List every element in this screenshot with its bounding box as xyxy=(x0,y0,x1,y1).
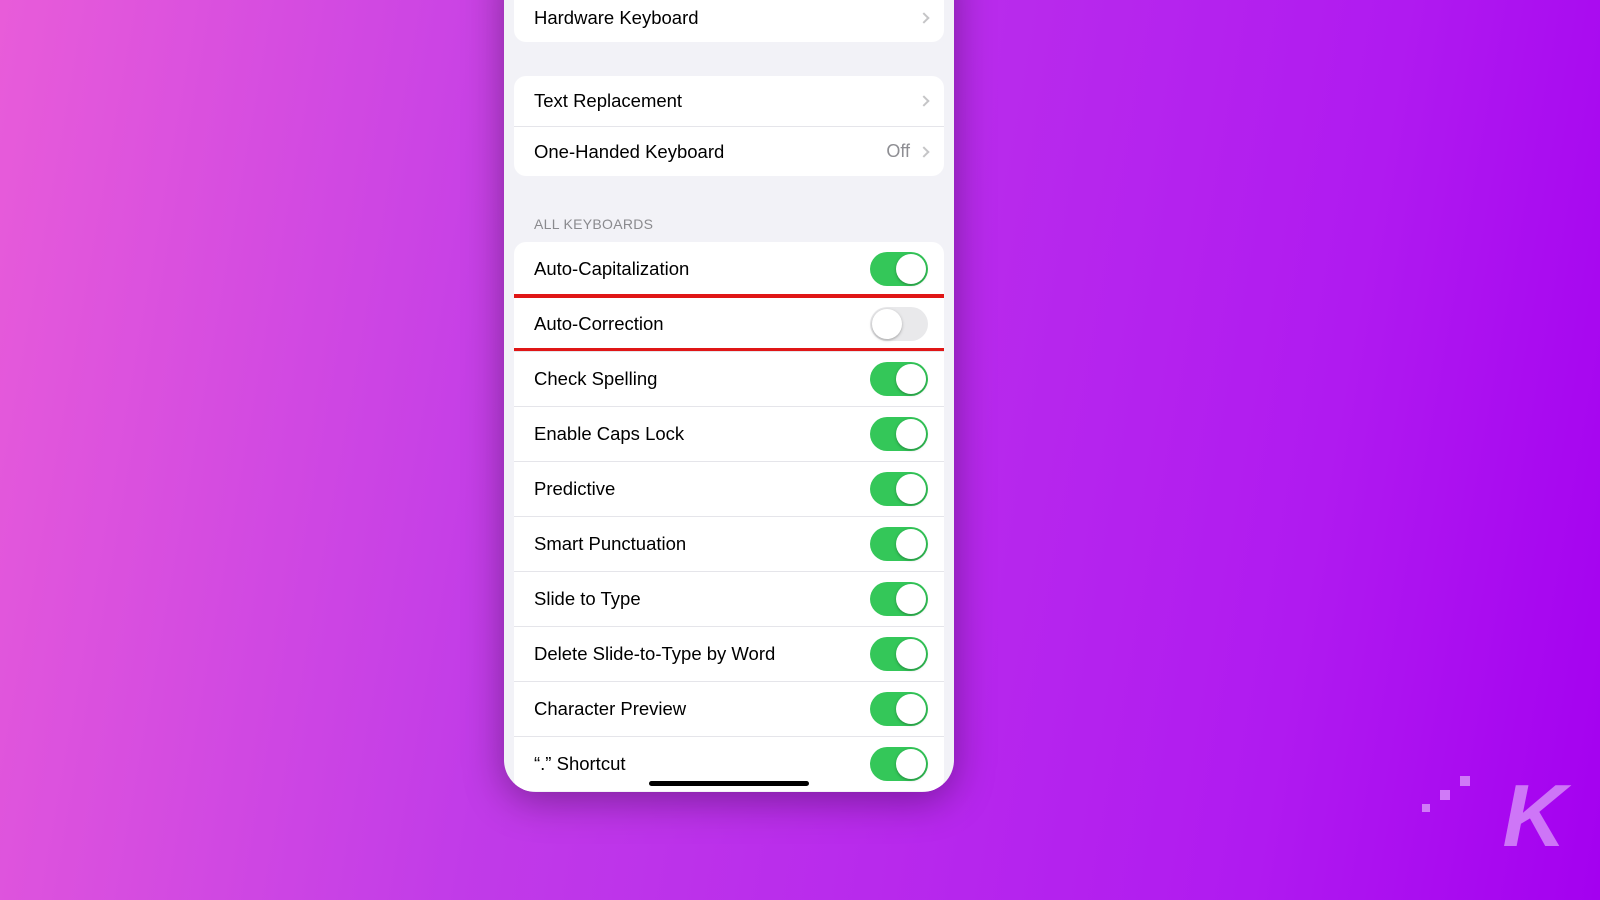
row-hardware-keyboard[interactable]: Hardware Keyboard xyxy=(514,0,944,42)
toggle-switch[interactable] xyxy=(870,582,928,616)
row-label: Check Spelling xyxy=(534,368,870,390)
toggle-knob xyxy=(896,749,926,779)
phone-screen: Keyboards 2 Hardware Keyboard Text Repla… xyxy=(504,0,954,792)
toggle-switch[interactable] xyxy=(870,472,928,506)
row-toggle[interactable]: Delete Slide-to-Type by Word xyxy=(514,626,944,681)
row-label: Hardware Keyboard xyxy=(534,7,914,29)
row-one-handed-keyboard[interactable]: One-Handed Keyboard Off xyxy=(514,126,944,176)
row-label: Smart Punctuation xyxy=(534,533,870,555)
row-label: Auto-Capitalization xyxy=(534,258,870,280)
toggle-switch[interactable] xyxy=(870,637,928,671)
row-label: Auto-Correction xyxy=(534,313,870,335)
row-toggle[interactable]: Enable Caps Lock xyxy=(514,406,944,461)
row-label: Enable Caps Lock xyxy=(534,423,870,445)
toggle-knob xyxy=(896,254,926,284)
row-label: Text Replacement xyxy=(534,90,914,112)
row-label: “.” Shortcut xyxy=(534,753,870,775)
toggle-switch[interactable] xyxy=(870,692,928,726)
row-toggle[interactable]: Character Preview xyxy=(514,681,944,736)
chevron-right-icon xyxy=(918,95,929,106)
row-label: Predictive xyxy=(534,478,870,500)
toggle-switch[interactable] xyxy=(870,307,928,341)
row-toggle[interactable]: Smart Punctuation xyxy=(514,516,944,571)
row-toggle[interactable]: Slide to Type xyxy=(514,571,944,626)
toggle-knob xyxy=(896,529,926,559)
settings-group-all-keyboards: Auto-Capitalization Auto-Correction Check … xyxy=(514,242,944,791)
toggle-knob xyxy=(896,419,926,449)
toggle-switch[interactable] xyxy=(870,417,928,451)
watermark-logo: K xyxy=(1502,772,1560,860)
settings-group-keyboards: Keyboards 2 Hardware Keyboard xyxy=(514,0,944,42)
toggle-knob xyxy=(896,474,926,504)
toggle-switch[interactable] xyxy=(870,747,928,781)
row-text-replacement[interactable]: Text Replacement xyxy=(514,76,944,126)
toggle-switch[interactable] xyxy=(870,362,928,396)
toggle-knob xyxy=(896,639,926,669)
row-toggle[interactable]: Auto-Capitalization xyxy=(514,242,944,296)
chevron-right-icon xyxy=(918,146,929,157)
home-indicator[interactable] xyxy=(649,781,809,786)
row-value: Off xyxy=(886,141,910,162)
toggle-knob xyxy=(896,364,926,394)
chevron-right-icon xyxy=(918,12,929,23)
settings-group-text: Text Replacement One-Handed Keyboard Off xyxy=(514,76,944,176)
toggle-knob xyxy=(896,584,926,614)
row-label: One-Handed Keyboard xyxy=(534,141,886,163)
row-label: Slide to Type xyxy=(534,588,870,610)
toggle-switch[interactable] xyxy=(870,527,928,561)
toggle-knob xyxy=(896,694,926,724)
toggle-switch[interactable] xyxy=(870,252,928,286)
row-toggle[interactable]: Auto-Correction xyxy=(514,296,944,351)
section-header-all-keyboards: All Keyboards xyxy=(504,188,954,238)
row-toggle[interactable]: Check Spelling xyxy=(514,351,944,406)
toggle-knob xyxy=(872,309,902,339)
row-toggle[interactable]: Predictive xyxy=(514,461,944,516)
row-label: Character Preview xyxy=(534,698,870,720)
row-label: Delete Slide-to-Type by Word xyxy=(534,643,870,665)
